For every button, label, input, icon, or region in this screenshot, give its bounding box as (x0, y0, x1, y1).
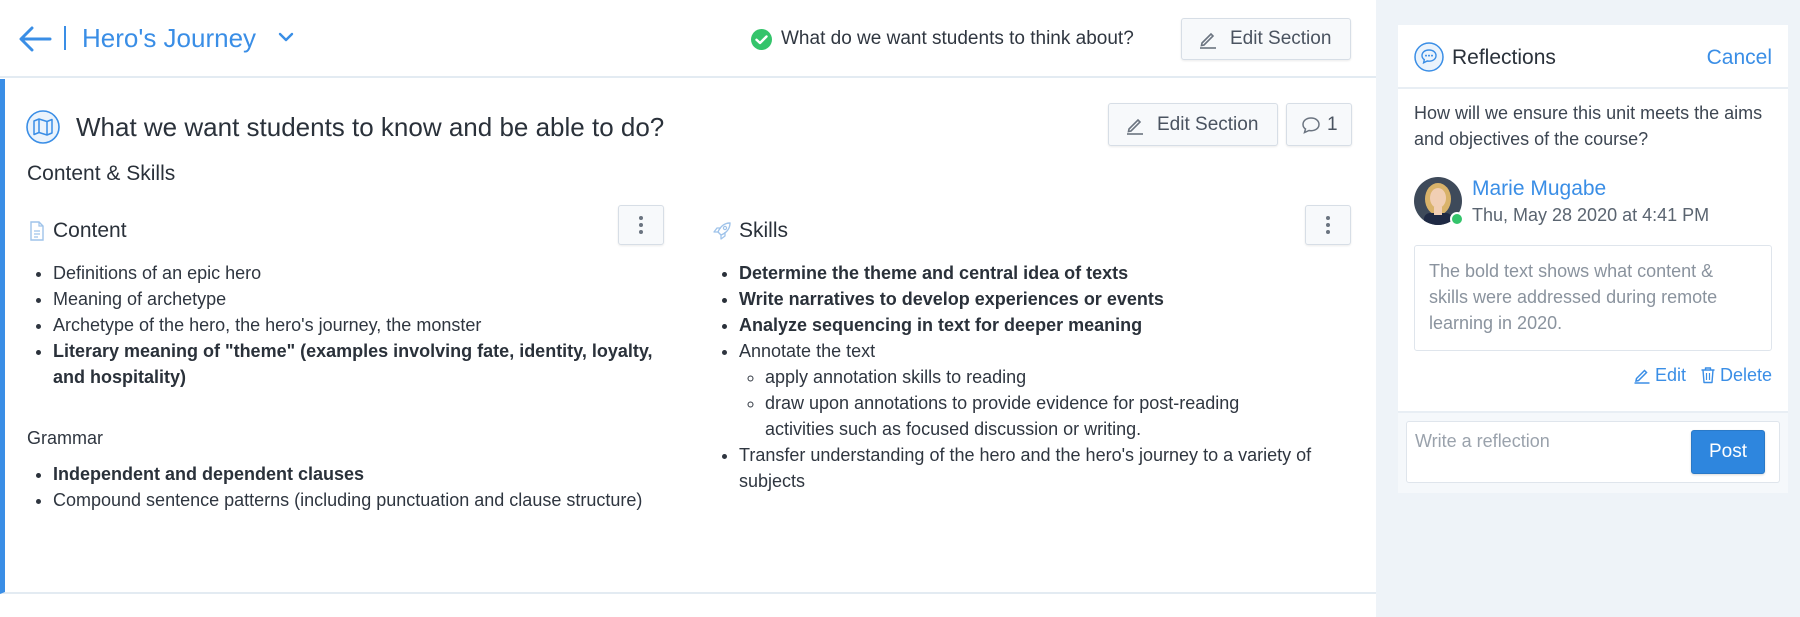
reflection-actions: Edit Delete (1633, 363, 1772, 387)
pencil-icon (1200, 32, 1216, 49)
content-title: Content (53, 219, 127, 242)
post-button[interactable]: Post (1691, 430, 1765, 474)
sub-list-item: draw upon annotations to provide evidenc… (765, 390, 1313, 442)
document-icon (30, 221, 44, 241)
main-area: Hero's Journey What do we want students … (0, 0, 1376, 617)
back-arrow-icon[interactable] (18, 26, 52, 52)
edit-reflection-button[interactable]: Edit (1633, 363, 1686, 387)
list-item: Archetype of the hero, the hero's journe… (53, 312, 667, 338)
list-item: Transfer understanding of the hero and t… (739, 442, 1313, 494)
edit-section-button[interactable]: Edit Section (1181, 18, 1351, 60)
comment-count: 1 (1327, 113, 1338, 135)
skills-menu-button[interactable] (1305, 205, 1351, 245)
reflection-author[interactable]: Marie Mugabe (1472, 176, 1606, 202)
kebab-icon (1326, 216, 1330, 234)
unit-title[interactable]: Hero's Journey (82, 20, 256, 56)
grammar-list: Independent and dependent clauses Compou… (27, 461, 667, 513)
title-divider (64, 26, 66, 50)
edit-label: Edit (1654, 365, 1686, 385)
map-icon (26, 110, 60, 144)
edit-section-label: Edit Section (1230, 28, 1332, 49)
status-text: What do we want students to think about? (781, 28, 1134, 49)
chevron-down-icon[interactable] (277, 28, 295, 46)
edit-section-button-2[interactable]: Edit Section (1108, 103, 1278, 146)
list-item: Analyze sequencing in text for deeper me… (739, 312, 1313, 338)
top-bar: Hero's Journey What do we want students … (0, 0, 1376, 78)
list-item: Meaning of archetype (53, 286, 667, 312)
trash-icon (1701, 367, 1715, 384)
sub-list-item: apply annotation skills to reading (765, 364, 1313, 390)
section-heading: What we want students to know and be abl… (76, 112, 665, 142)
list-item: Determine the theme and central idea of … (739, 260, 1313, 286)
list-item: Compound sentence patterns (including pu… (53, 487, 667, 513)
reflections-panel: Reflections Cancel How will we ensure th… (1398, 25, 1788, 493)
comments-button[interactable]: 1 (1286, 103, 1352, 146)
check-circle-icon (751, 29, 772, 50)
list-item: Definitions of an epic hero (53, 260, 667, 286)
list-item: Literary meaning of "theme" (examples in… (53, 338, 667, 390)
kebab-icon (639, 216, 643, 234)
grammar-label: Grammar (27, 428, 103, 448)
cancel-link[interactable]: Cancel (1707, 45, 1772, 71)
list-item: Independent and dependent clauses (53, 461, 667, 487)
pencil-icon (1127, 118, 1143, 135)
delete-label: Delete (1719, 365, 1772, 385)
reflection-question: How will we ensure this unit meets the a… (1414, 103, 1763, 149)
skills-list: Determine the theme and central idea of … (713, 260, 1313, 494)
pencil-icon (1634, 369, 1650, 384)
comment-icon (1302, 116, 1320, 134)
delete-reflection-button[interactable]: Delete (1700, 363, 1772, 387)
rocket-icon (713, 222, 731, 240)
edit-section-label: Edit Section (1157, 113, 1259, 135)
content-menu-button[interactable] (618, 205, 664, 245)
list-item-label: Annotate the text (739, 341, 876, 361)
content-list: Definitions of an epic hero Meaning of a… (27, 260, 667, 390)
chat-bubble-icon (1414, 42, 1444, 72)
list-item: Annotate the text apply annotation skill… (739, 338, 1313, 442)
reflection-timestamp: Thu, May 28 2020 at 4:41 PM (1472, 205, 1710, 225)
skills-title: Skills (739, 219, 789, 242)
reflections-header: Reflections Cancel (1398, 25, 1788, 89)
reflection-composer: Post (1398, 411, 1788, 493)
list-item: Write narratives to develop experiences … (739, 286, 1313, 312)
sub-list: apply annotation skills to reading draw … (739, 364, 1313, 442)
reflection-body: The bold text shows what content & skill… (1414, 245, 1772, 351)
reflections-title: Reflections (1452, 46, 1556, 69)
online-status-dot (1450, 212, 1464, 226)
content-skills-heading: Content & Skills (27, 162, 176, 185)
